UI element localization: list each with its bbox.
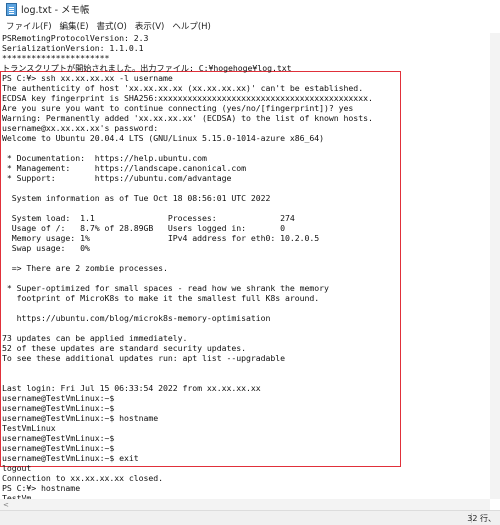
text-line: Swap usage: 0% — [2, 243, 90, 253]
text-line: To see these additional updates run: apt… — [2, 353, 285, 363]
text-line: PSRemotingProtocolVersion: 2.3 — [2, 33, 149, 43]
text-line: 52 of these updates are standard securit… — [2, 343, 246, 353]
text-line: SerializationVersion: 1.1.0.1 — [2, 43, 144, 53]
text-line: Usage of /: 8.7% of 28.89GB Users logged… — [2, 223, 285, 233]
text-line: Memory usage: 1% IPv4 address for eth0: … — [2, 233, 320, 243]
status-bar: 32 行、 — [0, 510, 500, 525]
horizontal-scrollbar[interactable]: < — [0, 499, 490, 510]
text-line: username@TestVmLinux:~$ — [2, 443, 115, 453]
text-line: ********************** — [2, 53, 110, 63]
text-line: System load: 1.1 Processes: 274 — [2, 213, 295, 223]
text-line: Last login: Fri Jul 15 06:33:54 2022 fro… — [2, 383, 261, 393]
text-line: username@TestVmLinux:~$ — [2, 433, 115, 443]
text-editor-area[interactable]: PSRemotingProtocolVersion: 2.3 Serializat… — [0, 33, 490, 499]
text-line: logout — [2, 463, 32, 473]
cursor-position: 32 行、 — [467, 514, 496, 523]
text-line: footprint of MicroK8s to make it the sma… — [2, 293, 320, 303]
text-line: https://ubuntu.com/blog/microk8s-memory-… — [2, 313, 271, 323]
text-line: PS C:¥> hostname — [2, 483, 81, 493]
scroll-left-arrow-icon[interactable]: < — [3, 501, 9, 509]
text-line: * Support: https://ubuntu.com/advantage — [2, 173, 232, 183]
menu-format[interactable]: 書式(O) — [93, 20, 131, 32]
text-line: 73 updates can be applied immediately. — [2, 333, 188, 343]
text-line: username@TestVmLinux:~$ hostname — [2, 413, 159, 423]
text-line: username@TestVmLinux:~$ exit — [2, 453, 139, 463]
menu-edit[interactable]: 編集(E) — [56, 20, 93, 32]
window-title: log.txt - メモ帳 — [21, 5, 90, 16]
text-line: TestVmLinux — [2, 423, 56, 433]
text-line: System information as of Tue Oct 18 08:5… — [2, 193, 271, 203]
text-line: => There are 2 zombie processes. — [2, 263, 168, 273]
menu-file[interactable]: ファイル(F) — [2, 20, 56, 32]
text-line: トランスクリプトが開始されました。出力ファイル: C:¥hogehoge¥log… — [2, 63, 292, 73]
menu-view[interactable]: 表示(V) — [131, 20, 168, 32]
text-line: username@TestVmLinux:~$ — [2, 403, 115, 413]
text-line: * Documentation: https://help.ubuntu.com — [2, 153, 207, 163]
text-line: Are you sure you want to continue connec… — [2, 103, 354, 113]
text-line: The authenticity of host 'xx.xx.xx.xx (x… — [2, 83, 364, 93]
text-line: * Management: https://landscape.canonica… — [2, 163, 246, 173]
text-line: Welcome to Ubuntu 20.04.4 LTS (GNU/Linux… — [2, 133, 325, 143]
text-line: username@TestVmLinux:~$ — [2, 393, 115, 403]
text-line: Warning: Permanently added 'xx.xx.xx.xx'… — [2, 113, 373, 123]
text-line: ECDSA key fingerprint is SHA256:xxxxxxxx… — [2, 93, 373, 103]
notepad-icon — [6, 2, 17, 16]
menu-bar: ファイル(F) 編集(E) 書式(O) 表示(V) ヘルプ(H) — [0, 18, 500, 33]
menu-help[interactable]: ヘルプ(H) — [168, 20, 215, 32]
text-line: PS C:¥> ssh xx.xx.xx.xx -l username — [2, 73, 173, 83]
title-bar: log.txt - メモ帳 — [0, 0, 500, 18]
vertical-scrollbar[interactable] — [490, 33, 500, 499]
text-line: * Super-optimized for small spaces - rea… — [2, 283, 329, 293]
text-line: Connection to xx.xx.xx.xx closed. — [2, 473, 164, 483]
text-line: username@xx.xx.xx.xx's password: — [2, 123, 159, 133]
